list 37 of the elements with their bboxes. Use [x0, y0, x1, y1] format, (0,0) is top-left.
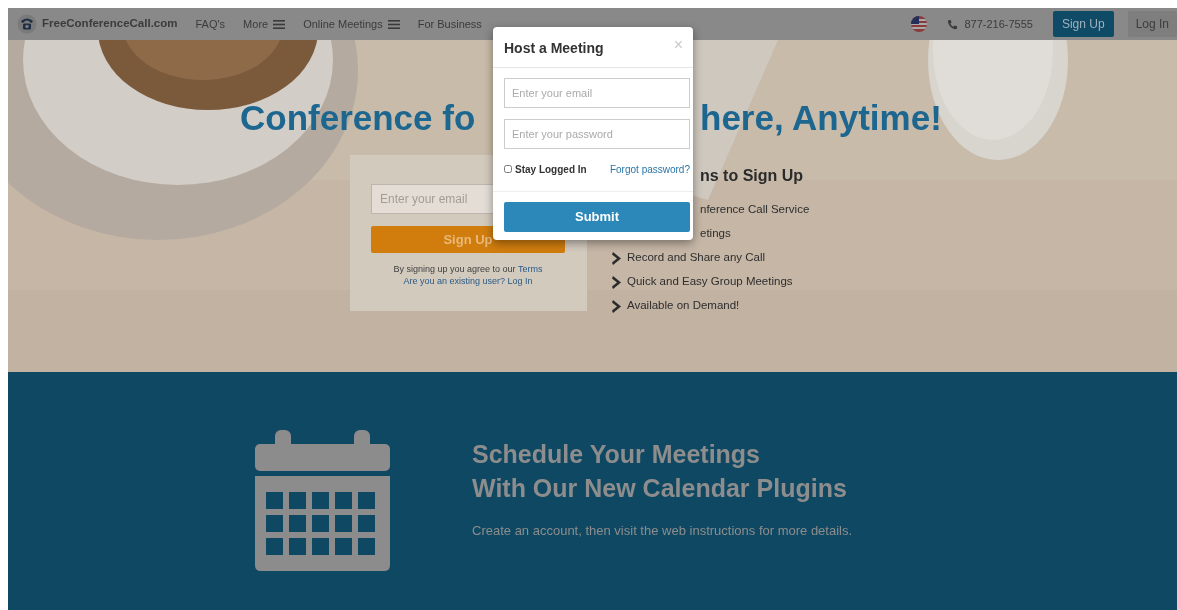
terms-link[interactable]: Terms [517, 264, 543, 274]
nav-link[interactable]: Online Meetings [303, 15, 400, 33]
flag-icon[interactable] [911, 16, 928, 32]
log-in-button[interactable]: Log In [1127, 11, 1177, 37]
forgot-password-link[interactable]: Forgot password? [609, 161, 690, 177]
promo-text: Create an account, then visit the web instructions for more details. [472, 522, 853, 540]
sign-up-button[interactable]: Sign Up [1052, 11, 1114, 37]
headline-text: here, Anytime! [700, 98, 942, 138]
calendar-icon [255, 430, 390, 571]
checkbox-label: Stay Logged In [515, 162, 587, 177]
promo-heading: With Our New Calendar Plugins [472, 473, 848, 504]
reason-item: Available on Demand! [627, 298, 740, 314]
chevron-icon [612, 251, 621, 265]
stay-logged-in-checkbox[interactable] [504, 165, 512, 173]
dialog-title: Host a Meeting [504, 39, 604, 58]
reasons-heading: ns to Sign Up [700, 166, 804, 186]
chevron-icon [612, 275, 621, 289]
email-field[interactable]: Enter your email [504, 78, 690, 108]
nav-link[interactable]: For Business [417, 15, 482, 33]
nav-link[interactable]: FAQ's [195, 15, 226, 33]
close-button[interactable]: × [673, 38, 683, 52]
nav-link[interactable]: More [243, 15, 286, 33]
headline-text: Conference fo [240, 98, 477, 138]
reason-item: Quick and Easy Group Meetings [627, 274, 793, 290]
brand-link[interactable]: FreeConferenceCall.com [42, 15, 178, 33]
phone-icon [947, 18, 959, 30]
reason-item: Record and Share any Call [627, 250, 766, 266]
reason-item: nference Call Service [700, 202, 810, 218]
phone-number: 877-216-7555 [964, 16, 1033, 32]
login-link[interactable]: Are you an existing user? Log In [403, 276, 533, 286]
reason-item: etings [700, 226, 731, 242]
password-field[interactable]: Enter your password [504, 119, 690, 149]
submit-button[interactable]: Submit [504, 202, 690, 232]
terms-text: By signing up you agree to our [393, 264, 516, 274]
phone-logo-icon [17, 14, 37, 34]
promo-heading: Schedule Your Meetings [472, 439, 762, 470]
chevron-icon [612, 299, 621, 313]
